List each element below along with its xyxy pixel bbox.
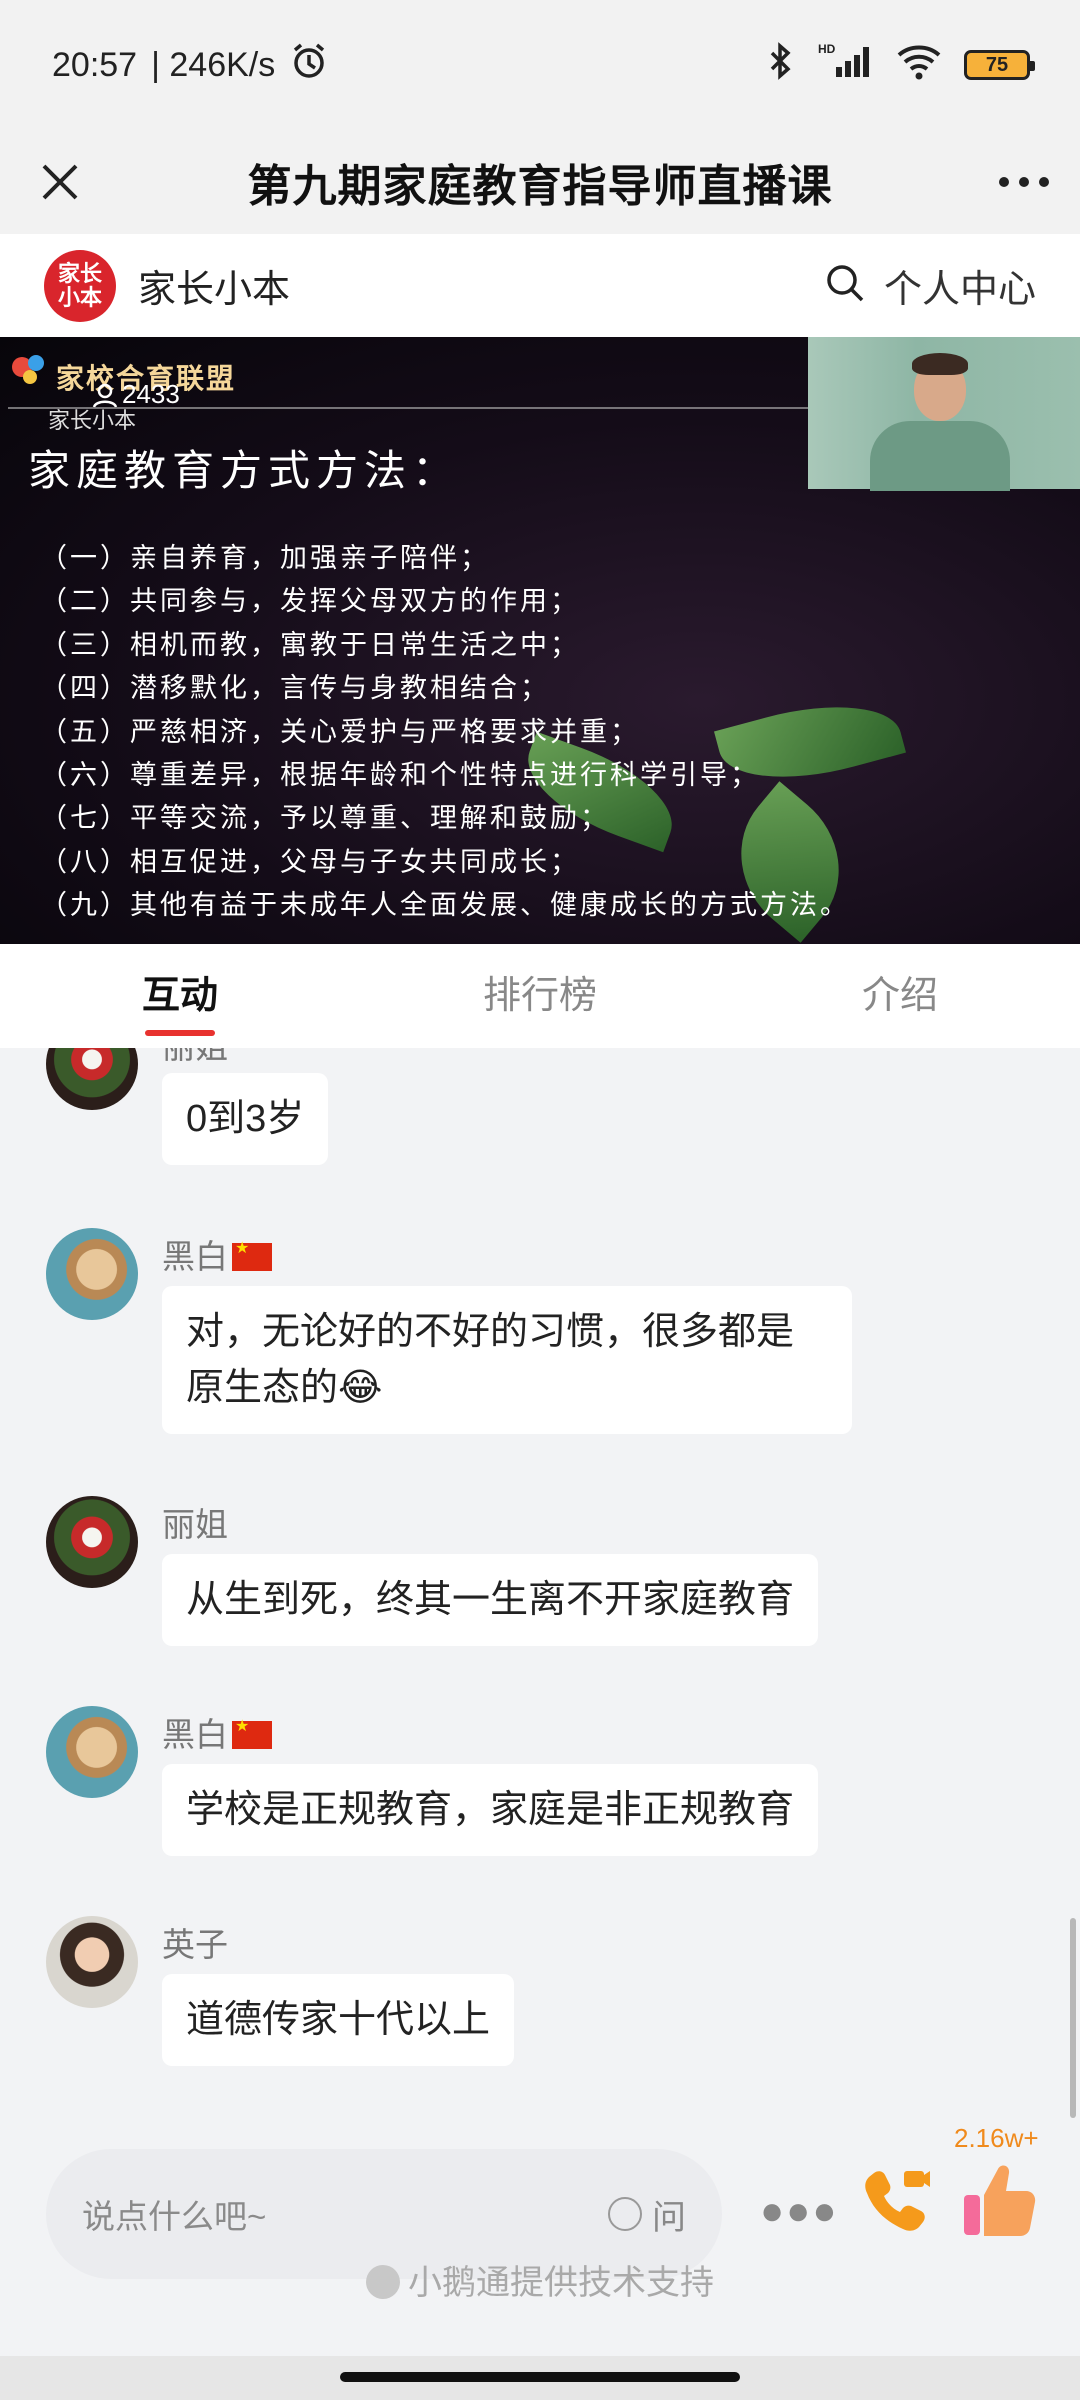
support-text: 小鹅通提供技术支持 <box>408 2264 714 2302</box>
union-logo-icon <box>12 355 44 384</box>
chat-nickname-text: 黑白 <box>162 1238 228 1275</box>
status-speed: | 246K/s <box>151 45 276 84</box>
tab-bar: 互动 排行榜 介绍 <box>0 944 1080 1048</box>
logo-text: 家长 小本 <box>57 260 102 310</box>
status-left: 20:57 | 246K/s <box>52 41 329 90</box>
brand-logo[interactable]: 家长 小本 <box>44 249 116 322</box>
tech-support-footer: 小鹅通提供技术支持 <box>0 2255 1080 2304</box>
slide-item: （五）严慈相济，关心爱护与严格要求并重； <box>40 716 640 748</box>
page-title: 第九期家庭教育指导师直播课 <box>247 162 833 211</box>
more-options-icon[interactable]: ●●● <box>760 2189 838 2234</box>
chat-nickname: 黑白 <box>162 1708 272 1756</box>
ask-label: 问 <box>652 2198 686 2237</box>
alarm-icon <box>289 41 329 90</box>
ask-checkbox-icon <box>608 2197 642 2231</box>
chat-bubble: 从生到死，终其一生离不开家庭教育 <box>162 1554 819 1646</box>
ask-question-toggle[interactable]: 问 <box>608 2190 686 2239</box>
chat-nickname: 丽姐 <box>162 1048 228 1068</box>
speaker-hair <box>912 353 968 375</box>
speaker-camera[interactable] <box>808 337 1080 491</box>
status-right: HD 75 <box>766 41 1035 90</box>
slide-item: （八）相互促进，父母与子女共同成长； <box>40 846 580 878</box>
status-time: 20:57 <box>52 45 138 84</box>
chat-scrollbar[interactable] <box>1070 1918 1076 2118</box>
slide-item: （六）尊重差异，根据年龄和个性特点进行科学引导； <box>40 760 760 792</box>
speaker-body <box>870 421 1010 491</box>
brand-name[interactable]: 家长小本 <box>138 258 290 313</box>
avatar[interactable] <box>46 1228 138 1320</box>
more-icon[interactable] <box>994 152 1054 212</box>
like-count: 2.16w+ <box>954 2123 1039 2153</box>
chat-nickname: 英子 <box>162 1926 228 1963</box>
close-icon[interactable] <box>30 152 90 212</box>
chat-bubble: 0到3岁 <box>162 1073 329 1165</box>
header-right: 个人中心 <box>824 258 1036 313</box>
battery-icon: 75 <box>964 50 1035 80</box>
slide-item: （九）其他有益于未成年人全面发展、健康成长的方式方法。 <box>40 890 850 922</box>
slide-item: （二）共同参与，发挥父母双方的作用； <box>40 586 580 618</box>
status-bar: 20:57 | 246K/s HD 75 <box>0 0 1080 130</box>
chat-nickname: 黑白 <box>162 1230 272 1278</box>
chat-nickname-text: 黑白 <box>162 1716 228 1753</box>
slide-divider <box>8 407 808 409</box>
tab-introduction[interactable]: 介绍 <box>720 944 1080 1048</box>
chat-bubble: 学校是正规教育，家庭是非正规教育 <box>162 1764 819 1856</box>
slide-item: （七）平等交流，予以尊重、理解和鼓励； <box>40 803 610 835</box>
slide-list: （一）亲自养育，加强亲子陪伴； （二）共同参与，发挥父母双方的作用； （三）相机… <box>40 537 850 928</box>
chat-bubble: 对，无论好的不好的习惯，很多都是 原生态的😂 <box>162 1286 852 1434</box>
slide-item: （三）相机而教，寓教于日常生活之中； <box>40 629 580 661</box>
avatar[interactable] <box>46 1048 138 1110</box>
chat-bubble-line: 原生态的😂 <box>186 1367 383 1409</box>
signal-icon: HD <box>818 41 874 90</box>
chat-bubble: 道德传家十代以上 <box>162 1974 515 2066</box>
slide-item: （四）潜移默化，言传与身教相结合； <box>40 673 550 705</box>
tab-ranking[interactable]: 排行榜 <box>360 944 720 1048</box>
avatar[interactable] <box>46 1916 138 2008</box>
chat-nickname: 丽姐 <box>162 1506 228 1543</box>
tab-interaction[interactable]: 互动 <box>0 944 360 1048</box>
title-bar: 第九期家庭教育指导师直播课 <box>0 130 1080 234</box>
comment-input-placeholder: 说点什么吧~ <box>82 2198 267 2235</box>
china-flag-icon <box>232 1238 272 1271</box>
home-indicator[interactable] <box>340 2372 740 2382</box>
bluetooth-icon <box>766 41 796 90</box>
app-header: 家长 小本 家长小本 个人中心 <box>0 234 1080 337</box>
wifi-icon <box>896 41 942 90</box>
avatar[interactable] <box>46 1496 138 1588</box>
avatar[interactable] <box>46 1706 138 1798</box>
xiaoetong-logo-icon <box>366 2265 400 2299</box>
svg-text:HD: HD <box>818 42 836 56</box>
china-flag-icon <box>232 1716 272 1749</box>
live-video[interactable]: 家校合育联盟 2433 家长小本 家庭教育方式方法： （一）亲自养育，加强亲子陪… <box>0 337 1080 944</box>
slide-item: （一）亲自养育，加强亲子陪伴； <box>40 543 490 574</box>
chat-list[interactable]: 丽姐 0到3岁 黑白 对，无论好的不好的习惯，很多都是 原生态的😂 丽姐 从生到… <box>0 1048 1080 2123</box>
video-call-icon[interactable] <box>860 2163 932 2235</box>
slide-title: 家庭教育方式方法： <box>28 446 461 495</box>
thumbs-up-icon[interactable] <box>962 2159 1038 2239</box>
chat-bubble-line: 对，无论好的不好的习惯，很多都是 <box>186 1311 795 1353</box>
personal-center-link[interactable]: 个人中心 <box>884 258 1036 313</box>
search-icon[interactable] <box>824 262 866 309</box>
